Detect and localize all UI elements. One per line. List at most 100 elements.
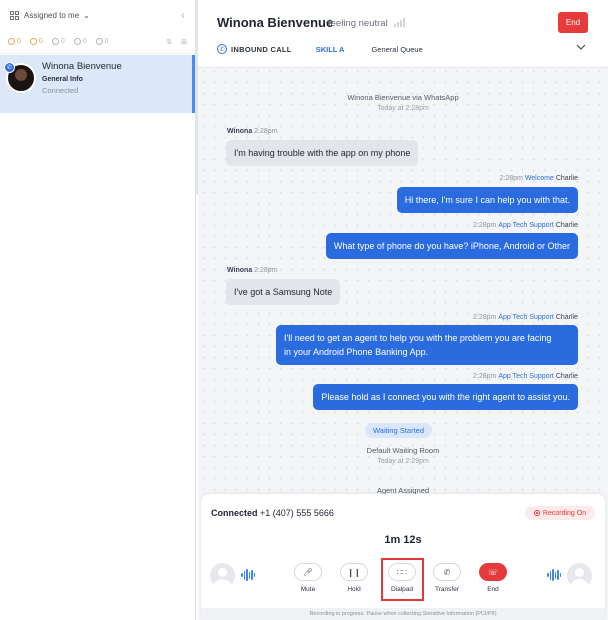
counter-urgent[interactable]: 0 <box>8 38 21 45</box>
outgoing-message: Hi there, I'm sure I can help you with t… <box>396 187 578 213</box>
agent-name: Charlie <box>555 314 578 321</box>
counter-value: 0 <box>60 38 65 45</box>
sidebar-header: Assigned to me ⌄ ‹ <box>0 0 195 30</box>
hold-control[interactable]: ❙❙ Hold <box>334 563 374 593</box>
caller-number: +1 (407) 555 5666 <box>260 508 334 518</box>
message-meta: 2:28pm App Tech Support Charlie <box>473 314 578 321</box>
agent-name: Charlie <box>555 222 578 229</box>
avatar: ✆ <box>4 62 36 93</box>
sender-name: Winona <box>227 267 253 274</box>
chevron-left-icon[interactable]: ‹ <box>181 8 185 22</box>
chevron-down-icon[interactable]: ⌄ <box>83 11 90 20</box>
counter-waiting[interactable]: 0 <box>29 38 43 45</box>
customer-audio-wave-icon <box>241 569 255 581</box>
waiting-started-badge: Waiting Started <box>365 423 432 438</box>
counter-chat[interactable]: 0 <box>51 38 65 45</box>
origin-text: Winona Bienvenue via WhatsApp <box>347 93 459 102</box>
message-time: 2:28pm <box>473 314 497 321</box>
waiting-room-name: Default Waiting Room <box>366 446 440 455</box>
message-time: 2:28pm <box>499 175 523 182</box>
team-name: App Tech Support <box>498 314 554 321</box>
recording-label: Recording On <box>542 509 587 517</box>
microphone-icon[interactable]: 🎤︎ <box>294 563 322 581</box>
end-conversation-button[interactable]: End <box>558 12 588 33</box>
phone-icon: ✆ <box>217 44 227 54</box>
control-label: Dialpad <box>390 586 414 593</box>
recording-badge[interactable]: Recording On <box>525 506 595 520</box>
incoming-message: I've got a Samsung Note <box>226 279 341 305</box>
message-meta: 2:28pm App Tech Support Charlie <box>473 222 578 229</box>
control-label: End <box>487 586 499 593</box>
message-meta: Winona 2:28pm <box>227 267 278 274</box>
message-time: 2:28pm <box>254 128 278 135</box>
hangup-icon[interactable]: ☏ <box>479 563 507 581</box>
contact-list-item[interactable]: ✆ Winona Bienvenue General Info Connecte… <box>0 55 195 113</box>
sort-icon[interactable]: ⇅ <box>166 38 172 46</box>
outgoing-message: I'll need to get an agent to help you wi… <box>276 325 578 365</box>
outgoing-message: Please hold as I connect you with the ri… <box>313 384 578 410</box>
queue-counters: 0 0 0 0 0 ⇅ ⊞ <box>0 30 195 54</box>
recording-notice: Recording in progress. Pause when collec… <box>201 608 605 620</box>
message-meta: 2:28pm Welcome Charlie <box>500 175 579 182</box>
skill-tag[interactable]: SKILL A <box>316 45 345 54</box>
phone-icon <box>73 38 81 45</box>
dialpad-icon[interactable]: ∷∷ <box>388 563 416 581</box>
customer-name: Winona Bienvenue <box>217 15 334 30</box>
agent-audio-wave-icon <box>547 569 561 581</box>
call-status: Connected <box>211 508 258 518</box>
waiting-time: Today at 2:29pm <box>377 458 429 465</box>
signal-bars-icon <box>394 17 406 27</box>
contact-status: Connected <box>42 86 79 95</box>
call-timer: 1m 12s <box>384 534 422 546</box>
counter-messages[interactable]: 0 <box>95 38 109 45</box>
filter-grid-icon[interactable]: ⊞ <box>181 38 187 46</box>
sender-name: Winona <box>227 128 253 135</box>
message-time: 2:28pm <box>473 373 497 380</box>
message-icon <box>95 38 103 45</box>
alert-icon <box>8 38 15 45</box>
agent-avatar <box>567 563 592 588</box>
agent-assigned-event: Agent Assigned <box>376 486 430 494</box>
team-name: App Tech Support <box>498 373 554 380</box>
counter-calls[interactable]: 0 <box>73 38 87 45</box>
call-connection: Connected +1 (407) 555 5666 <box>211 508 334 518</box>
incoming-message: I'm having trouble with the app on my ph… <box>226 140 419 166</box>
chat-icon <box>51 38 59 45</box>
counter-value: 0 <box>82 38 87 45</box>
conversation-panel: Winona Bienvenue feeling neutral End ✆ I… <box>198 0 608 620</box>
chevron-down-icon[interactable] <box>576 42 586 52</box>
record-icon <box>533 510 540 516</box>
message-time: 2:28pm <box>473 222 497 229</box>
control-label: Hold <box>347 586 361 593</box>
call-details-row: ✆ INBOUND CALL SKILL A General Queue <box>217 44 423 54</box>
conversation-header: Winona Bienvenue feeling neutral End ✆ I… <box>198 0 608 68</box>
conversation-sidebar: Assigned to me ⌄ ‹ 0 0 0 0 0 ⇅ ⊞ ✆ Winon… <box>0 0 196 620</box>
pause-icon[interactable]: ❙❙ <box>340 563 368 581</box>
contact-info: General Info <box>42 76 83 83</box>
agent-name: Charlie <box>555 373 578 380</box>
message-list: Winona Bienvenue via WhatsApp Today at 2… <box>198 69 608 494</box>
contact-name: Winona Bienvenue <box>42 61 122 72</box>
assignment-filter[interactable]: Assigned to me <box>24 11 79 20</box>
message-line: in your Android Phone Banking App. <box>284 347 429 357</box>
team-name: App Tech Support <box>498 222 554 229</box>
counter-value: 0 <box>17 38 21 45</box>
waiting-room-event: Default Waiting Room Today at 2:29pm <box>198 446 608 465</box>
phone-badge-icon: ✆ <box>4 62 15 73</box>
counter-value: 0 <box>104 38 109 45</box>
transfer-control[interactable]: ✆ Transfer <box>427 563 467 593</box>
dialpad-control[interactable]: ∷∷ Dialpad <box>382 563 422 593</box>
origin-time: Today at 2:28pm <box>377 105 429 112</box>
control-label: Mute <box>300 586 316 593</box>
end-call-control[interactable]: ☏ End <box>473 563 513 593</box>
call-type: INBOUND CALL <box>231 44 292 54</box>
mute-control[interactable]: 🎤︎ Mute <box>288 563 328 593</box>
agent-name: Charlie <box>555 175 578 182</box>
message-meta: Winona 2:28pm <box>227 128 278 135</box>
message-line: I'll need to get an agent to help you wi… <box>284 333 552 343</box>
message-meta: 2:28pm App Tech Support Charlie <box>473 373 578 380</box>
conversation-origin: Winona Bienvenue via WhatsApp Today at 2… <box>198 93 608 112</box>
transfer-icon[interactable]: ✆ <box>433 563 461 581</box>
counter-value: 0 <box>38 38 43 45</box>
message-time: 2:28pm <box>254 267 278 274</box>
